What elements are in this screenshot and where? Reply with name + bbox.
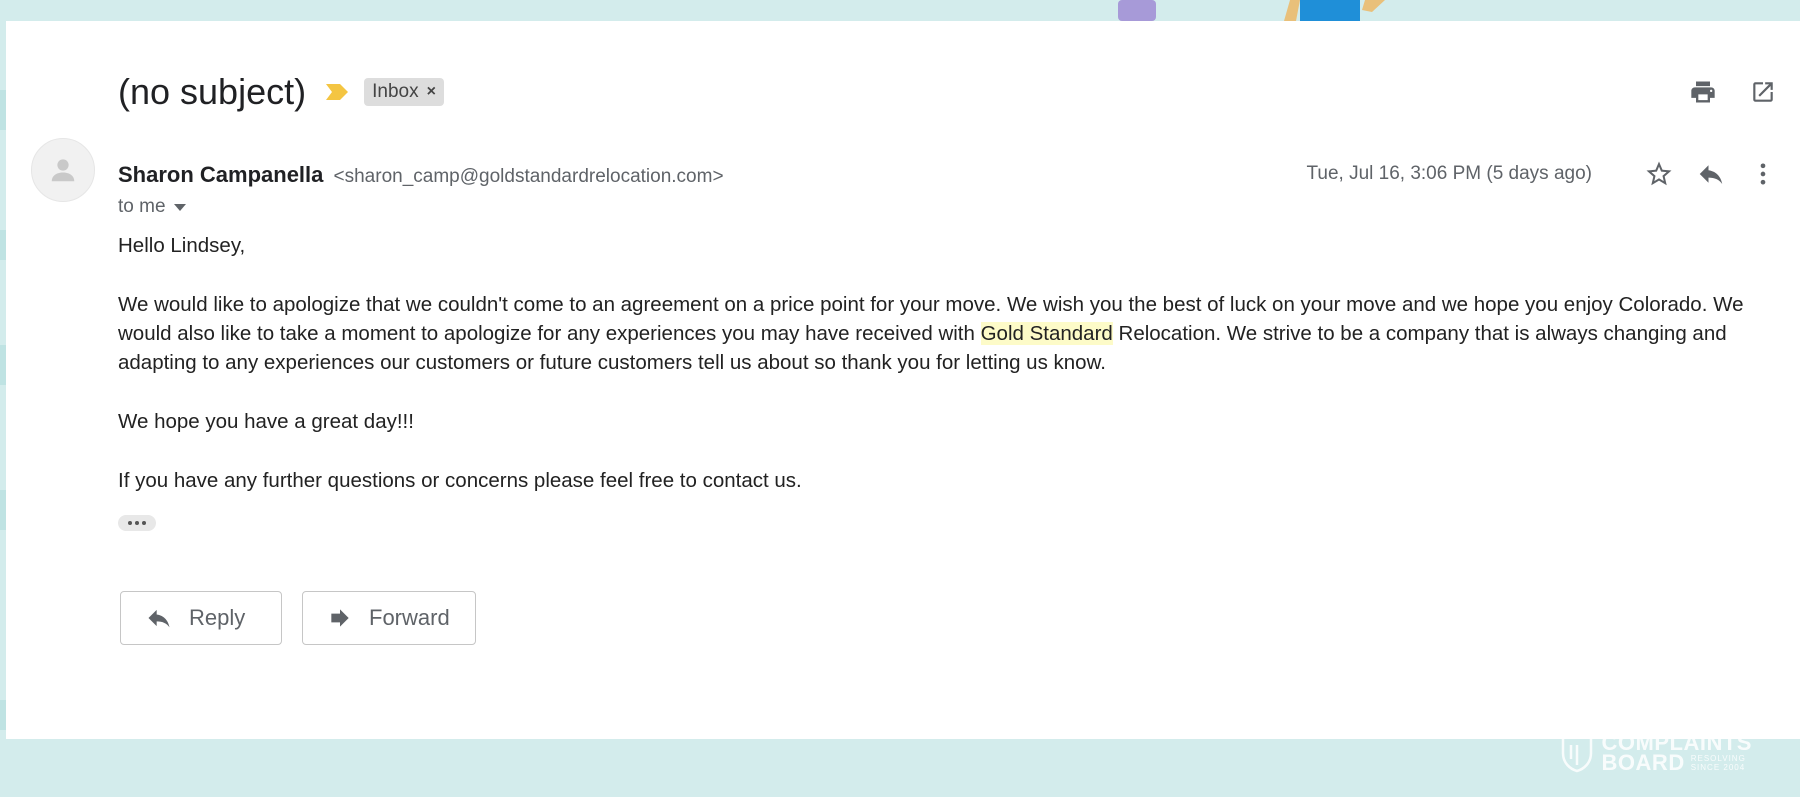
- recipient-text: to me: [118, 196, 166, 217]
- star-button[interactable]: [1644, 159, 1674, 189]
- more-vert-icon: [1760, 163, 1766, 185]
- show-details-icon[interactable]: [173, 203, 186, 211]
- body-paragraph-3: If you have any further questions or con…: [118, 469, 802, 492]
- print-icon: [1691, 81, 1715, 103]
- message-body: Hello Lindsey, We would like to apologiz…: [118, 231, 1748, 525]
- email-subject: (no subject): [118, 71, 307, 112]
- person-icon: [51, 159, 75, 182]
- top-actions: [1688, 77, 1778, 107]
- shield-icon: [1561, 734, 1592, 773]
- watermark-line-2: BOARD: [1601, 750, 1685, 775]
- reply-button-label: Reply: [189, 605, 246, 630]
- open-in-new-icon: [1753, 82, 1773, 102]
- inbox-label-text: Inbox: [372, 81, 419, 102]
- show-trimmed-content-button[interactable]: [118, 515, 156, 531]
- more-options-button[interactable]: [1748, 159, 1778, 189]
- body-paragraph-2: We hope you have a great day!!!: [118, 410, 414, 433]
- dot-icon: [135, 521, 139, 525]
- recipient-row: to me: [118, 196, 186, 218]
- open-in-new-window-button[interactable]: [1748, 77, 1778, 107]
- dot-icon: [128, 521, 132, 525]
- forward-button-label: Forward: [369, 605, 450, 630]
- forward-icon: [331, 609, 349, 627]
- watermark-tagline-2: SINCE 2004: [1690, 763, 1746, 772]
- message-date: Tue, Jul 16, 3:06 PM (5 days ago): [1306, 163, 1592, 184]
- forward-button[interactable]: Forward: [302, 591, 476, 645]
- sender-email: <sharon_camp@goldstandardrelocation.com>: [333, 166, 724, 187]
- email-card: (no subject) Inbox × Sharon Campanella <…: [6, 21, 1800, 739]
- subject-row: (no subject) Inbox ×: [118, 71, 444, 113]
- star-icon: [1646, 161, 1672, 186]
- remove-label-icon[interactable]: ×: [427, 83, 436, 101]
- search-highlight: Gold Standard: [980, 322, 1113, 345]
- reply-icon-button[interactable]: [1696, 159, 1726, 189]
- sender-row: Sharon Campanella <sharon_camp@goldstand…: [118, 162, 724, 188]
- watermark-text: COMPLAINTS BOARD RESOLVING SINCE 2004: [1601, 732, 1752, 775]
- print-button[interactable]: [1688, 77, 1718, 107]
- reply-button[interactable]: Reply: [120, 591, 282, 645]
- watermark-tagline-1: RESOLVING: [1690, 754, 1746, 763]
- bottom-actions: Reply Forward: [120, 591, 476, 645]
- sender-avatar: [31, 138, 95, 202]
- body-greeting: Hello Lindsey,: [118, 234, 246, 257]
- complaints-board-watermark: COMPLAINTS BOARD RESOLVING SINCE 2004: [1560, 732, 1752, 775]
- sender-name: Sharon Campanella: [118, 162, 324, 187]
- background-illustration: [1118, 0, 1385, 21]
- reply-icon: [1699, 165, 1723, 184]
- dot-icon: [142, 521, 146, 525]
- reply-icon: [148, 609, 170, 628]
- importance-marker-icon[interactable]: [324, 81, 350, 103]
- inbox-label-chip: Inbox ×: [364, 78, 444, 106]
- body-paragraph-1: We would like to apologize that we could…: [118, 290, 1748, 377]
- message-meta: Tue, Jul 16, 3:06 PM (5 days ago): [1306, 159, 1778, 189]
